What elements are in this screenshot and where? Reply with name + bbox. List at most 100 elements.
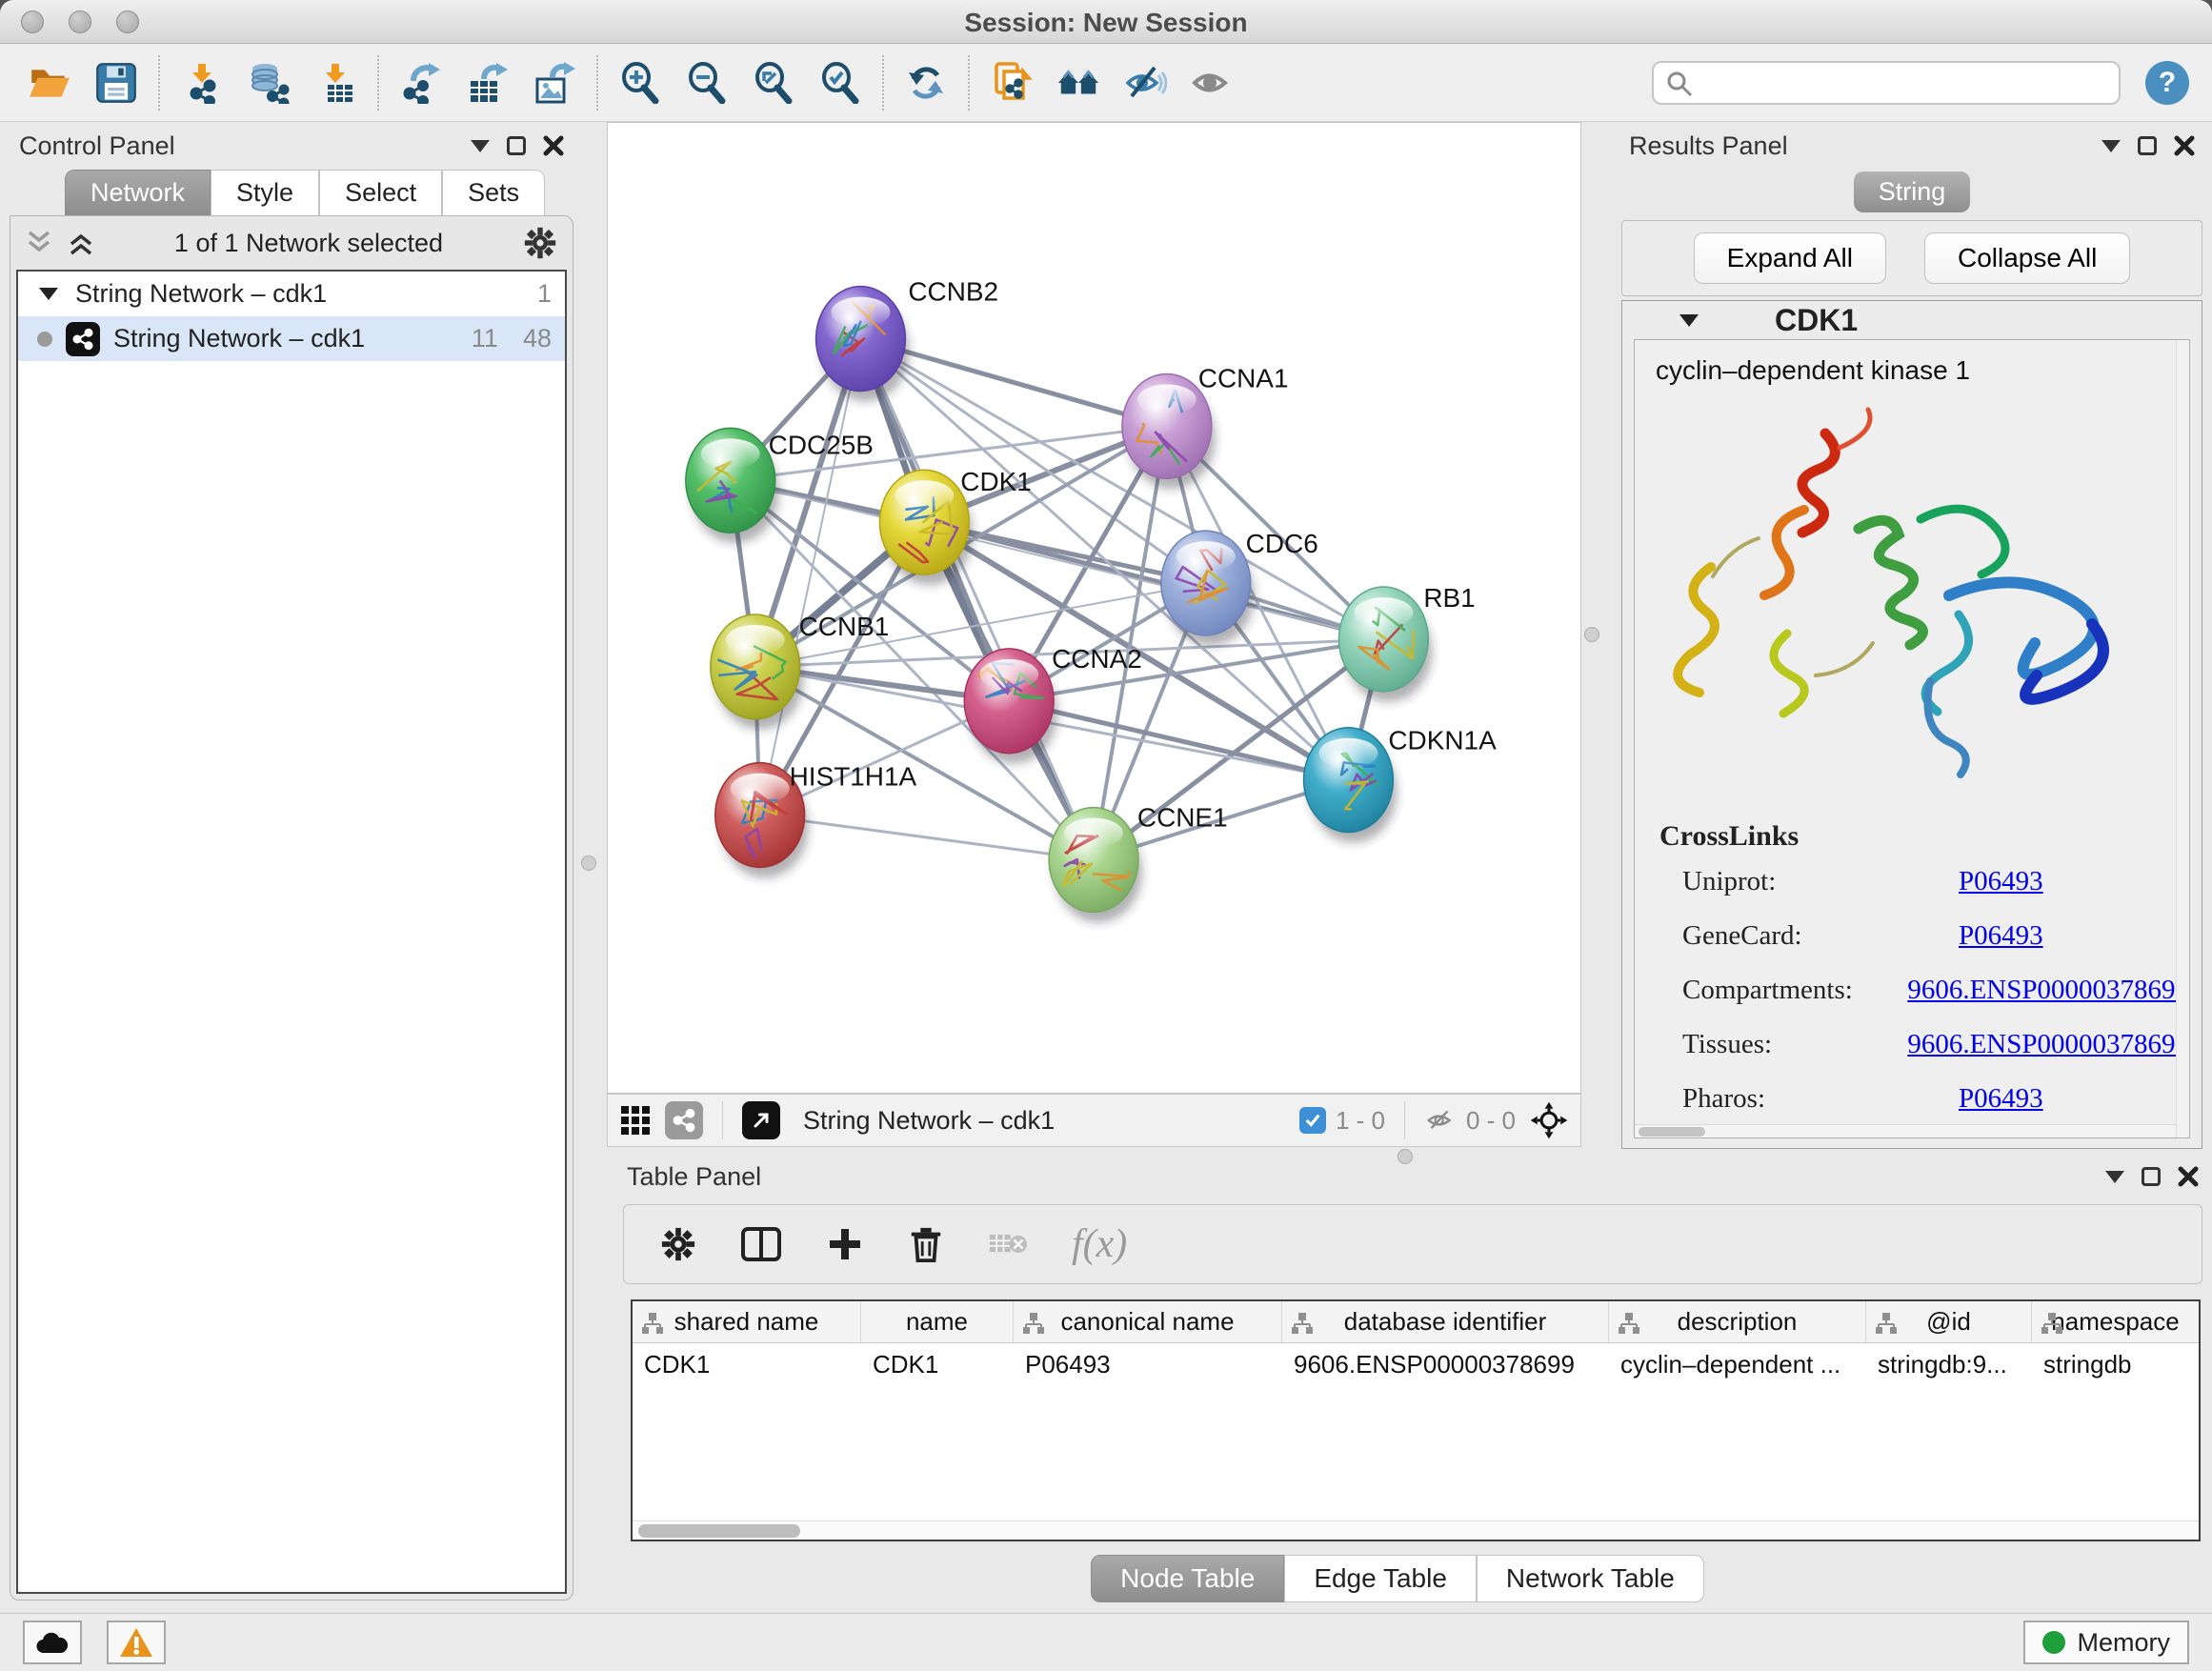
hide-selected-button[interactable] (1118, 54, 1172, 111)
grid-view-icon[interactable] (619, 1104, 652, 1137)
crosslink-link[interactable]: P06493 (1959, 920, 2043, 952)
panel-float-icon[interactable] (2138, 136, 2157, 155)
panel-float-icon[interactable] (507, 136, 526, 155)
show-columns-icon[interactable] (740, 1225, 782, 1263)
network-edge[interactable] (760, 815, 1094, 860)
warning-icon (119, 1627, 153, 1658)
network-tree: String Network – cdk1 1 String Network –… (16, 270, 567, 1594)
panel-menu-icon[interactable] (2101, 140, 2121, 152)
network-share-view-icon[interactable] (665, 1101, 703, 1139)
tab-network-table[interactable]: Network Table (1477, 1555, 1704, 1602)
results-vertical-scrollbar[interactable] (2176, 340, 2189, 1137)
cell-shared-name[interactable]: CDK1 (633, 1343, 861, 1385)
panel-close-icon[interactable] (2174, 135, 2195, 156)
gear-icon[interactable] (523, 226, 557, 260)
selected-checkbox-icon[interactable] (1299, 1107, 1326, 1134)
tab-style[interactable]: Style (211, 170, 319, 215)
zoom-in-button[interactable] (613, 54, 667, 111)
crosslink-row: GeneCard: P06493 (1682, 920, 2189, 952)
table-horizontal-scrollbar[interactable] (633, 1520, 2199, 1540)
new-network-from-selection-button[interactable] (985, 54, 1038, 111)
collapse-all-icon[interactable] (26, 229, 52, 257)
column-header[interactable]: @id (1866, 1301, 2032, 1342)
tab-network[interactable]: Network (65, 170, 211, 215)
zoom-out-button[interactable] (680, 54, 734, 111)
cell-description[interactable]: cyclin–dependent ... (1609, 1343, 1866, 1385)
detach-view-icon[interactable] (742, 1101, 780, 1139)
panel-menu-icon[interactable] (471, 140, 490, 152)
column-header[interactable]: namespace (2032, 1301, 2199, 1342)
expand-all-button[interactable]: Expand All (1694, 232, 1886, 284)
zoom-fit-button[interactable] (747, 54, 800, 111)
column-header[interactable]: database identifier (1282, 1301, 1609, 1342)
import-network-database-button[interactable] (242, 54, 295, 111)
copy-network-icon (990, 62, 1034, 104)
search-input[interactable] (1652, 61, 2121, 105)
delete-column-icon-disabled (988, 1229, 1028, 1259)
cloud-button[interactable] (23, 1621, 82, 1664)
column-header[interactable]: shared name (633, 1301, 861, 1342)
status-bar: Memory (0, 1613, 2212, 1671)
gene-collapse-icon[interactable] (1679, 314, 1699, 327)
memory-button[interactable]: Memory (2023, 1621, 2189, 1664)
expand-all-icon[interactable] (68, 229, 94, 257)
import-network-file-button[interactable] (175, 54, 229, 111)
collapse-all-button[interactable]: Collapse All (1924, 232, 2130, 284)
column-header[interactable]: description (1609, 1301, 1866, 1342)
apply-layout-button[interactable] (899, 54, 953, 111)
panel-close-icon[interactable] (543, 135, 564, 156)
selected-counts: 1 - 0 (1336, 1106, 1385, 1136)
save-session-button[interactable] (90, 54, 143, 111)
network-selected-status: 1 of 1 Network selected (174, 229, 443, 258)
open-session-button[interactable] (23, 54, 76, 111)
tab-select[interactable]: Select (319, 170, 442, 215)
table-row[interactable]: CDK1 CDK1 P06493 9606.ENSP00000378699 cy… (633, 1343, 2199, 1385)
tab-edge-table[interactable]: Edge Table (1284, 1555, 1477, 1602)
network-edge[interactable] (760, 339, 861, 815)
column-header[interactable]: canonical name (1014, 1301, 1282, 1342)
cell-name[interactable]: CDK1 (861, 1343, 1014, 1385)
first-neighbors-button[interactable] (1052, 54, 1105, 111)
crosslink-link[interactable]: 9606.ENSP00000378699 (1907, 1029, 2189, 1060)
crosslink-link[interactable]: 9606.ENSP00000378699 (1907, 975, 2189, 1006)
birdseye-icon[interactable] (1529, 1100, 1569, 1140)
left-splitter-grip[interactable] (581, 856, 596, 871)
export-table-button[interactable] (461, 54, 514, 111)
network-collection-row[interactable]: String Network – cdk1 1 (18, 272, 565, 316)
horizontal-splitter-grip[interactable] (1398, 1149, 1413, 1164)
add-column-icon[interactable] (826, 1225, 864, 1263)
cell-canonical-name[interactable]: P06493 (1014, 1343, 1282, 1385)
tab-string[interactable]: String (1854, 171, 1971, 212)
cell-database-identifier[interactable]: 9606.ENSP00000378699 (1282, 1343, 1609, 1385)
export-network-button[interactable] (394, 54, 448, 111)
table-panel-header: Table Panel (583, 1157, 2212, 1197)
warnings-button[interactable] (107, 1621, 166, 1664)
zoom-selected-button[interactable] (814, 54, 867, 111)
help-button[interactable]: ? (2145, 61, 2189, 105)
results-horizontal-scrollbar[interactable] (1635, 1124, 2189, 1137)
network-view[interactable]: CCNB2CCNA1CDC25BCDK1CDC6RB1CCNB1CCNA2CDK… (608, 123, 1580, 1093)
tab-sets[interactable]: Sets (442, 170, 545, 215)
delete-icon[interactable] (908, 1225, 944, 1263)
crosslink-link[interactable]: P06493 (1959, 1083, 2043, 1115)
network-share-icon (66, 322, 100, 356)
network-row[interactable]: String Network – cdk1 11 48 (18, 316, 565, 361)
column-header[interactable]: name (861, 1301, 1014, 1342)
panel-menu-icon[interactable] (2105, 1171, 2124, 1183)
import-table-button[interactable] (309, 54, 362, 111)
network-canvas[interactable]: CCNB2CCNA1CDC25BCDK1CDC6RB1CCNB1CCNA2CDK… (607, 122, 1581, 1094)
right-splitter-grip[interactable] (1584, 627, 1599, 642)
cell-namespace[interactable]: stringdb (2032, 1343, 2199, 1385)
gene-header-row[interactable]: CDK1 (1622, 301, 2202, 339)
results-panel-title: Results Panel (1629, 131, 1788, 161)
crosslink-link[interactable]: P06493 (1959, 866, 2043, 897)
collection-expand-icon[interactable] (39, 288, 58, 300)
panel-close-icon[interactable] (2178, 1166, 2199, 1187)
network-node-label: CCNB2 (908, 277, 998, 307)
export-image-button[interactable] (528, 54, 581, 111)
table-settings-gear-icon[interactable] (660, 1226, 696, 1262)
panel-float-icon[interactable] (2142, 1167, 2161, 1186)
show-all-button[interactable] (1185, 54, 1238, 111)
tab-node-table[interactable]: Node Table (1091, 1555, 1284, 1602)
cell-id[interactable]: stringdb:9... (1866, 1343, 2032, 1385)
